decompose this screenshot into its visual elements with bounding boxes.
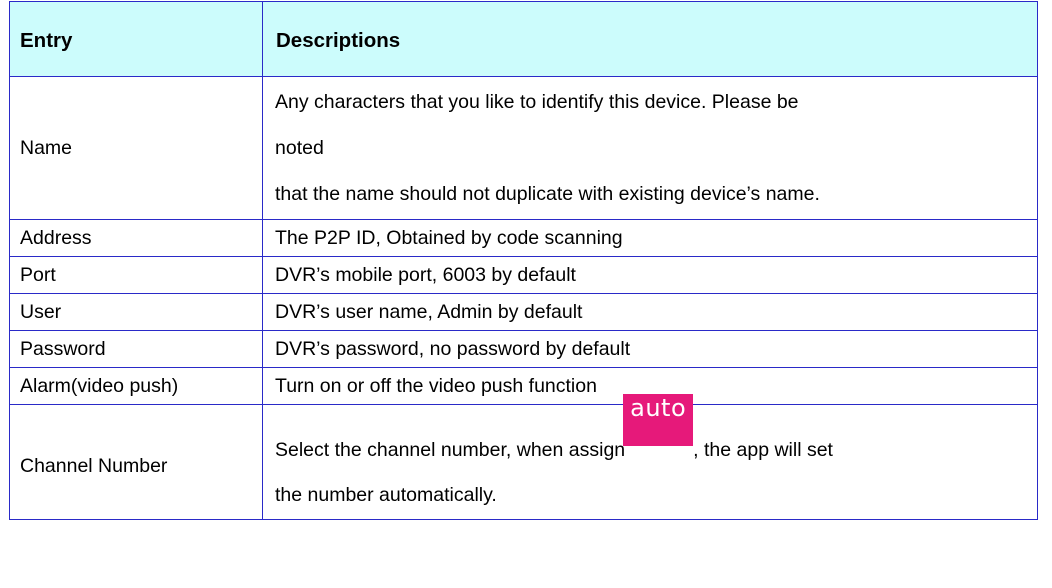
description-cell: The P2P ID, Obtained by code scanning bbox=[262, 219, 1038, 257]
table-row: Channel Number Select the channel number… bbox=[9, 394, 1038, 520]
description-line: the number automatically. bbox=[275, 484, 497, 506]
settings-table: Entry Descriptions Name Any characters t… bbox=[9, 1, 1038, 520]
table-row: Port DVR’s mobile port, 6003 by default bbox=[9, 256, 1038, 294]
table-row: Address The P2P ID, Obtained by code sca… bbox=[9, 219, 1038, 257]
description-cell: Any characters that you like to identify… bbox=[262, 76, 1038, 220]
entry-cell: Address bbox=[9, 219, 263, 257]
description-text: Select the channel number, when assign bbox=[275, 439, 626, 461]
table-row: Alarm(video push) Turn on or off the vid… bbox=[9, 367, 1038, 405]
auto-badge-icon: auto bbox=[623, 394, 694, 446]
description-line: Select the channel number, when assignau… bbox=[275, 394, 1037, 477]
description-line: Any characters that you like to identify… bbox=[275, 91, 799, 113]
entry-cell: Channel Number bbox=[9, 404, 263, 520]
entry-cell: User bbox=[9, 293, 263, 331]
header-entry: Entry bbox=[9, 1, 263, 77]
description-cell: DVR’s password, no password by default bbox=[262, 330, 1038, 368]
entry-cell: Password bbox=[9, 330, 263, 368]
description-cell: DVR’s user name, Admin by default bbox=[262, 293, 1038, 331]
header-descriptions: Descriptions bbox=[262, 1, 1038, 77]
table-row: Password DVR’s password, no password by … bbox=[9, 330, 1038, 368]
description-line: noted bbox=[275, 137, 324, 159]
description-line: that the name should not duplicate with … bbox=[275, 183, 820, 205]
table-row: Name Any characters that you like to ide… bbox=[9, 76, 1038, 220]
entry-cell: Port bbox=[9, 256, 263, 294]
table-row: User DVR’s user name, Admin by default bbox=[9, 293, 1038, 331]
description-text: , the app will set bbox=[693, 439, 833, 461]
table-header-row: Entry Descriptions bbox=[9, 1, 1038, 77]
description-cell: Select the channel number, when assignau… bbox=[262, 394, 1038, 520]
entry-cell: Alarm(video push) bbox=[9, 367, 263, 405]
entry-cell: Name bbox=[9, 76, 263, 220]
description-cell: DVR’s mobile port, 6003 by default bbox=[262, 256, 1038, 294]
